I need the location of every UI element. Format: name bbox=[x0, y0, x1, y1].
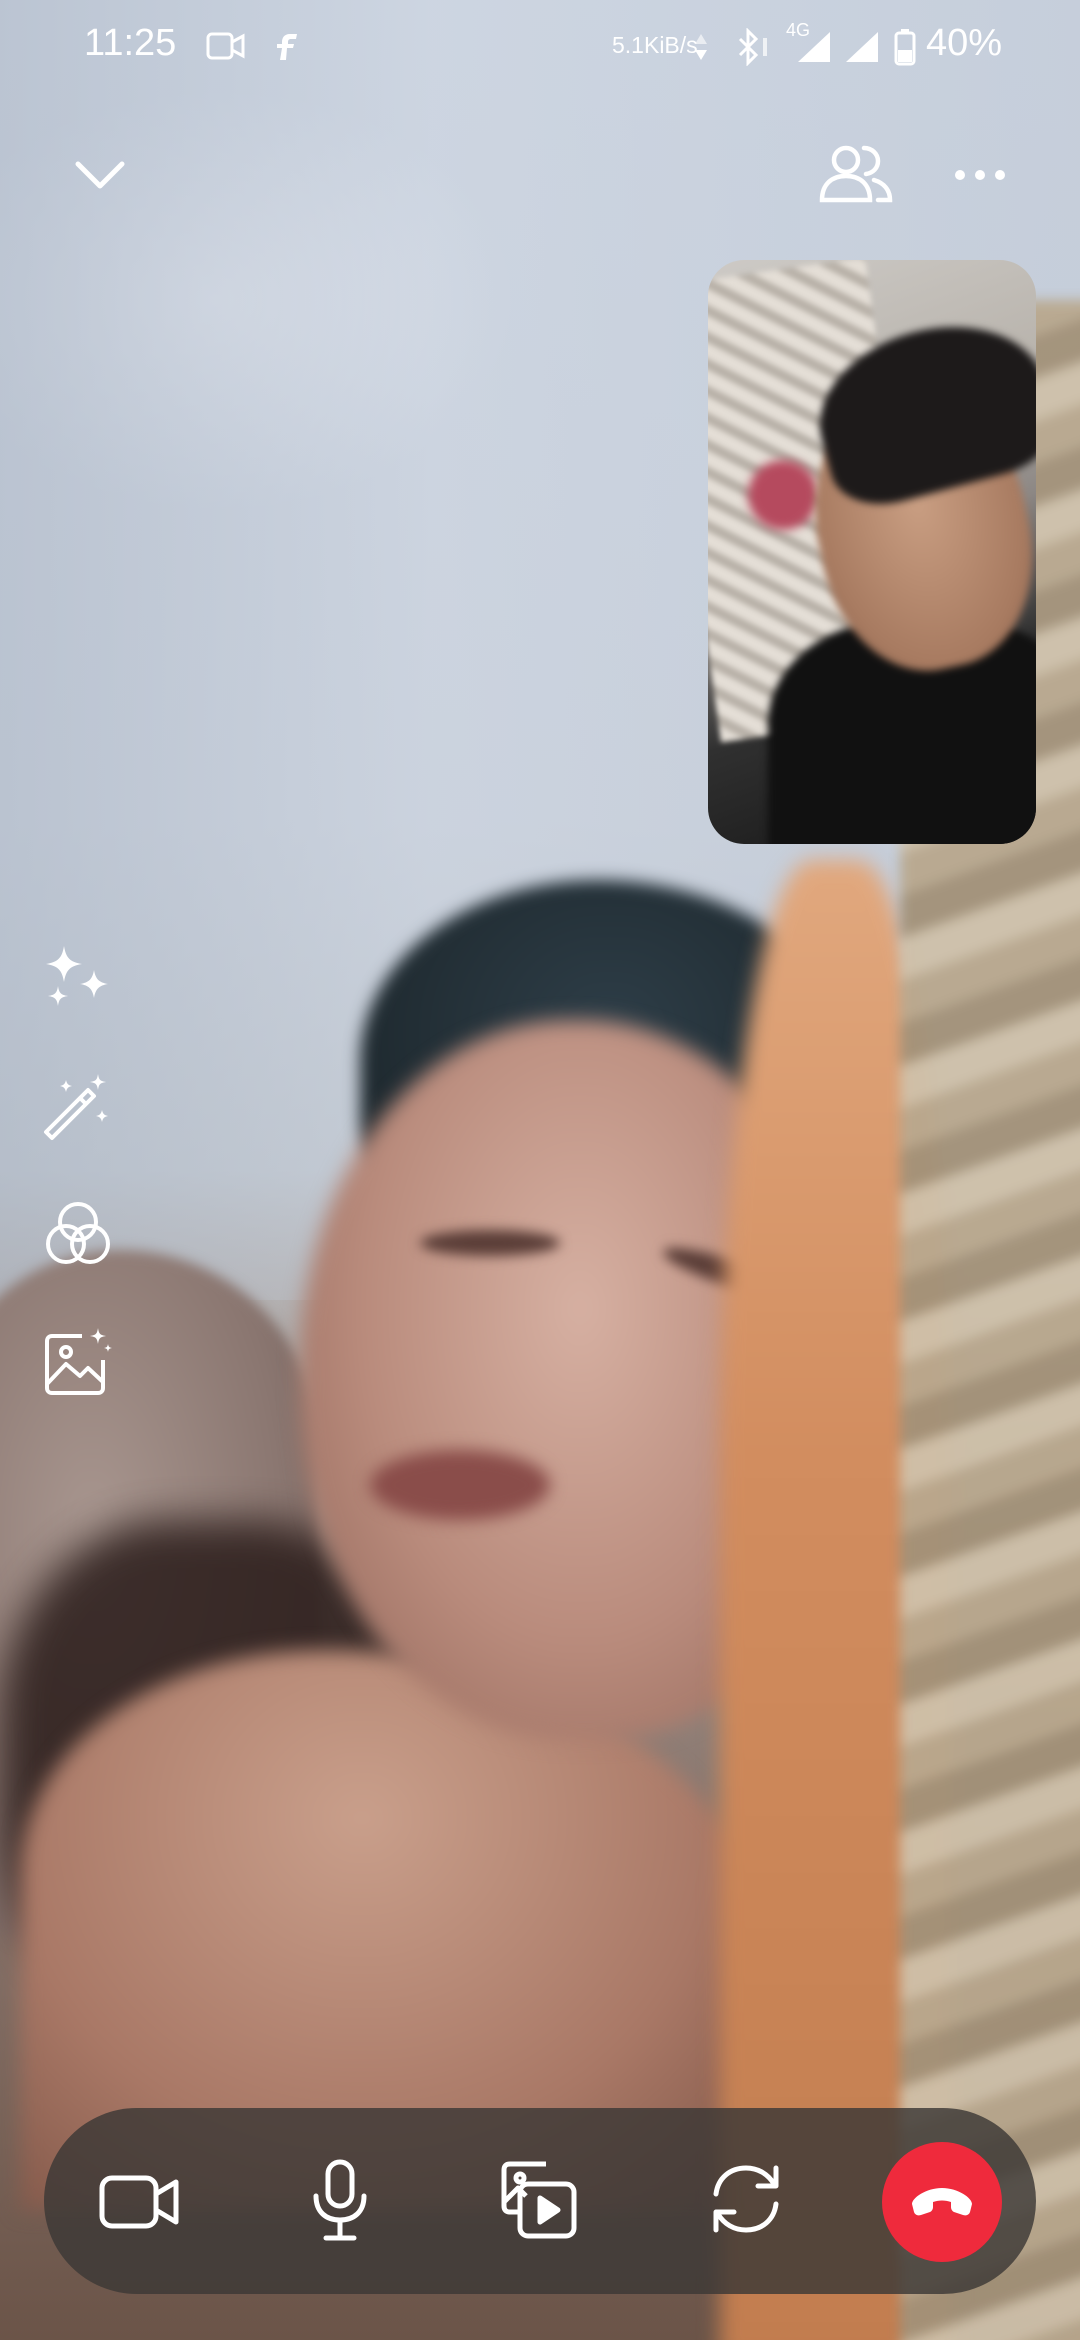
microphone-icon[interactable] bbox=[304, 2156, 376, 2246]
bluetooth-icon bbox=[732, 28, 772, 66]
video-camera-icon[interactable] bbox=[98, 2160, 182, 2244]
battery-icon bbox=[894, 28, 916, 66]
cell-signal-icon bbox=[794, 30, 832, 64]
share-media-icon[interactable] bbox=[496, 2154, 580, 2244]
video-call-screen: 11:25 5.1KiB/s 4G 40% bbox=[0, 0, 1080, 2340]
flip-camera-icon[interactable] bbox=[704, 2156, 788, 2242]
remote-video-eye bbox=[420, 1230, 560, 1256]
battery-percentage: 40% bbox=[926, 22, 1003, 64]
self-video-preview[interactable] bbox=[708, 260, 1036, 844]
cell-signal-icon bbox=[842, 30, 880, 64]
magic-wand-icon[interactable] bbox=[42, 1070, 114, 1142]
remote-video-mouth bbox=[370, 1450, 550, 1520]
app-notification-icon bbox=[274, 32, 300, 62]
call-control-bar bbox=[44, 2108, 1036, 2294]
filters-icon[interactable] bbox=[42, 1198, 114, 1270]
status-time: 11:25 bbox=[84, 22, 177, 64]
self-video-pattern bbox=[748, 460, 818, 530]
chevron-down-icon[interactable] bbox=[70, 150, 130, 200]
data-activity-icon bbox=[694, 30, 708, 64]
video-recording-icon bbox=[206, 30, 246, 62]
background-image-icon[interactable] bbox=[42, 1326, 114, 1398]
people-icon[interactable] bbox=[818, 140, 894, 206]
network-speed: 5.1KiB/s bbox=[612, 32, 698, 58]
sparkles-icon[interactable] bbox=[42, 942, 114, 1014]
end-call-icon bbox=[912, 2188, 972, 2216]
more-horizontal-icon[interactable] bbox=[950, 150, 1010, 200]
end-call-button[interactable] bbox=[882, 2142, 1002, 2262]
status-bar: 11:25 5.1KiB/s 4G 40% bbox=[0, 0, 1080, 100]
